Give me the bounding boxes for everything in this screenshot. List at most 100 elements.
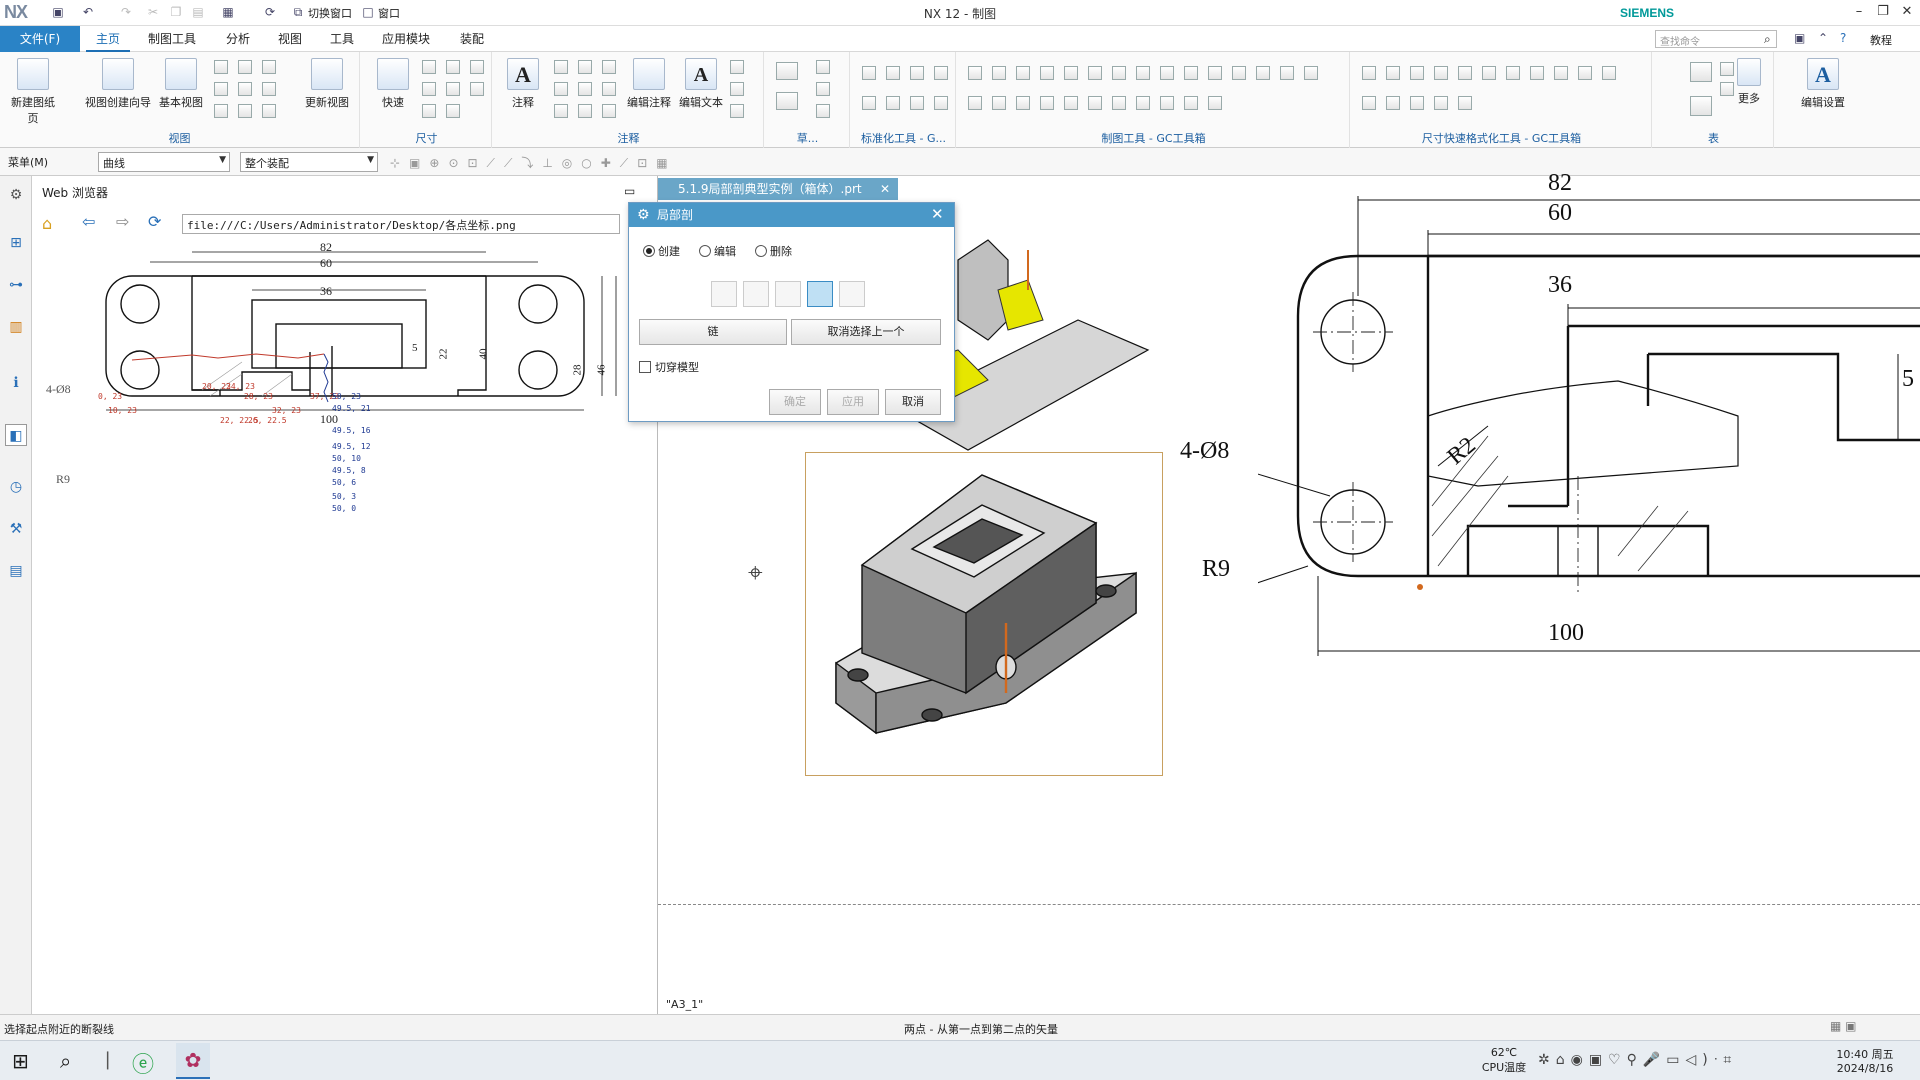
std-tool4-icon[interactable] (934, 66, 948, 80)
hatch-icon[interactable] (730, 82, 744, 96)
radio-delete[interactable]: 删除 (755, 243, 792, 259)
dimfmt13-icon[interactable] (1386, 96, 1400, 110)
maximize-panel-icon[interactable]: ▭ (624, 184, 635, 198)
dimfmt2-icon[interactable] (1386, 66, 1400, 80)
rectangle-icon[interactable] (776, 62, 798, 80)
select-view-icon[interactable] (711, 281, 737, 307)
search-icon[interactable]: ⌕ (60, 1049, 71, 1073)
dimfmt1-icon[interactable] (1362, 66, 1376, 80)
gc-tool24-icon[interactable] (1160, 96, 1174, 110)
gc-tool12-icon[interactable] (1232, 66, 1246, 80)
assembly-navigator-icon[interactable]: ⊶ (5, 274, 27, 296)
dimfmt11-icon[interactable] (1602, 66, 1616, 80)
std-tool7-icon[interactable] (910, 96, 924, 110)
gc-tool23-icon[interactable] (1136, 96, 1150, 110)
surface-finish-icon[interactable] (578, 82, 592, 96)
feature-control-icon[interactable] (554, 60, 568, 74)
break-out-icon[interactable] (238, 82, 252, 96)
help-icon[interactable]: ? (1840, 31, 1846, 45)
dimfmt4-icon[interactable] (1434, 66, 1448, 80)
fill-icon[interactable] (730, 104, 744, 118)
centerline-icon[interactable] (602, 60, 616, 74)
gc-tool1-icon[interactable] (968, 66, 982, 80)
system-tray-icons[interactable]: ✲⌂◉▣♡⚲🎤▭◁)ᐧ⌗ (1538, 1052, 1737, 1068)
gc-tool25-icon[interactable] (1184, 96, 1198, 110)
browser-taskbar-icon[interactable]: ⓔ (132, 1047, 154, 1079)
dimfmt12-icon[interactable] (1362, 96, 1376, 110)
gc-tool9-icon[interactable] (1160, 66, 1174, 80)
gc-tool11-icon[interactable] (1208, 66, 1222, 80)
chamfer-dim-icon[interactable] (470, 60, 484, 74)
tab-tools[interactable]: 工具 (320, 26, 364, 52)
select-curves-icon[interactable] (807, 281, 833, 307)
gc-tool2-icon[interactable] (992, 66, 1006, 80)
perimeter-dim-icon[interactable] (446, 104, 460, 118)
radio-create[interactable]: 创建 (643, 243, 680, 259)
gc-tool17-icon[interactable] (992, 96, 1006, 110)
gc-tool14-icon[interactable] (1280, 66, 1294, 80)
aux-view-icon[interactable] (262, 82, 276, 96)
modify-boundary-icon[interactable] (839, 281, 865, 307)
close-button[interactable]: ✕ (1896, 3, 1918, 21)
std-tool1-icon[interactable] (862, 66, 876, 80)
tutorial-link[interactable]: 教程 (1870, 32, 1892, 48)
std-tool5-icon[interactable] (862, 96, 876, 110)
update-view-button[interactable]: 更新视图 (300, 58, 354, 110)
apply-button[interactable]: 应用 (827, 389, 879, 415)
isometric-view[interactable] (805, 452, 1163, 776)
system-materials-icon[interactable]: ⚒ (5, 518, 27, 540)
datum-icon[interactable] (578, 60, 592, 74)
note-button[interactable]: A 注释 (496, 58, 550, 110)
refresh-icon[interactable]: ⟳ (148, 212, 161, 231)
selection-scope-select[interactable]: 整个装配 ▼ (240, 152, 378, 172)
check-icon[interactable] (602, 104, 616, 118)
history-icon[interactable]: ◷ (5, 476, 27, 498)
projected-view-icon[interactable] (214, 60, 228, 74)
chain-button[interactable]: 链 (639, 319, 787, 345)
deselect-last-button[interactable]: 取消选择上一个 (791, 319, 941, 345)
forward-arrow-icon[interactable]: ⇨ (116, 212, 129, 231)
angular-dim-icon[interactable] (446, 60, 460, 74)
nx-taskbar-icon[interactable]: ✿ (176, 1043, 210, 1079)
dimfmt5-icon[interactable] (1458, 66, 1472, 80)
gc-tool15-icon[interactable] (1304, 66, 1318, 80)
image-icon[interactable] (578, 104, 592, 118)
tab-home[interactable]: 主页 (86, 26, 131, 52)
tab-analysis[interactable]: 分析 (216, 26, 260, 52)
part-navigator-icon[interactable]: ⊞ (5, 232, 27, 254)
dimfmt10-icon[interactable] (1578, 66, 1592, 80)
gc-tool16-icon[interactable] (968, 96, 982, 110)
command-search-input[interactable]: 查找命令 (1655, 30, 1777, 48)
thickness-dim-icon[interactable] (446, 82, 460, 96)
gc-tool3-icon[interactable] (1016, 66, 1030, 80)
gc-tool7-icon[interactable] (1112, 66, 1126, 80)
dialog-close-button[interactable]: ✕ (931, 205, 944, 223)
linear-dim-icon[interactable] (422, 60, 436, 74)
part-file-tab[interactable]: 5.1.9局部剖典型实例（箱体）.prt ✕ (658, 178, 898, 200)
clock[interactable]: 10:40 周五 2024/8/16 (1820, 1046, 1910, 1075)
url-input[interactable]: file:///C:/Users/Administrator/Desktop/各… (182, 214, 620, 234)
rapid-dimension-button[interactable]: 快速 (366, 58, 420, 110)
parts-list-icon[interactable] (1690, 96, 1712, 116)
status-icons[interactable]: ▦ ▣ (1830, 1019, 1857, 1033)
view-tool-icon[interactable] (214, 104, 228, 118)
gc-tool18-icon[interactable] (1016, 96, 1030, 110)
gear-icon[interactable]: ⚙ (5, 184, 27, 206)
edit-annotation-button[interactable]: 编辑注释 (622, 58, 676, 110)
minimize-button[interactable]: – (1848, 3, 1870, 21)
search-icon[interactable]: ⌕ (1764, 32, 1771, 47)
dimfmt14-icon[interactable] (1410, 96, 1424, 110)
arc-length-dim-icon[interactable] (470, 82, 484, 96)
radial-dim-icon[interactable] (422, 82, 436, 96)
symbol-icon[interactable] (554, 104, 568, 118)
line-icon[interactable] (816, 104, 830, 118)
collapse-ribbon-icon[interactable]: ⌃ (1818, 31, 1828, 45)
detail-view-icon[interactable] (262, 60, 276, 74)
close-icon[interactable]: ✕ (880, 178, 890, 200)
std-tool8-icon[interactable] (934, 96, 948, 110)
std-tool2-icon[interactable] (886, 66, 900, 80)
target-icon[interactable] (602, 82, 616, 96)
gc-tool13-icon[interactable] (1256, 66, 1270, 80)
gc-tool21-icon[interactable] (1088, 96, 1102, 110)
gc-tool26-icon[interactable] (1208, 96, 1222, 110)
